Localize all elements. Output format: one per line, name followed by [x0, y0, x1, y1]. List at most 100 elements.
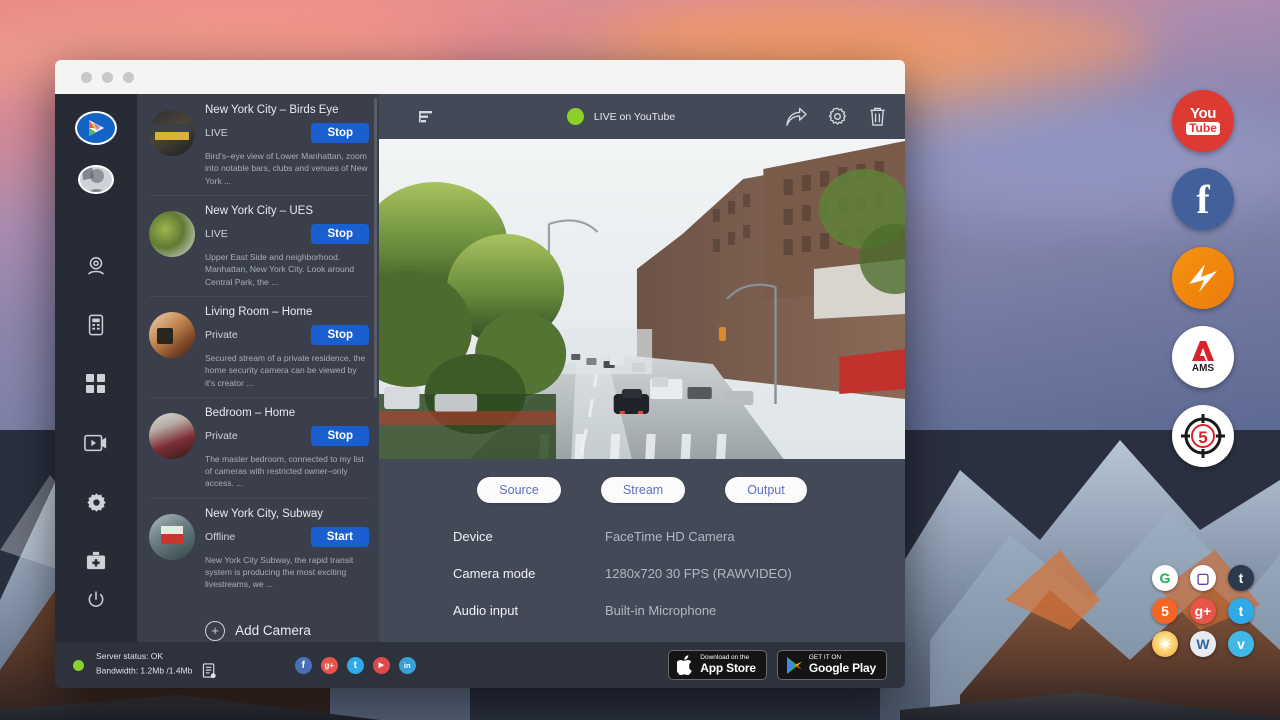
- tab-source[interactable]: Source: [477, 477, 561, 503]
- share-arrow-icon[interactable]: [785, 107, 807, 127]
- mini-label-wordpress: W: [1196, 636, 1209, 652]
- avatar-icon: [80, 165, 112, 194]
- desktop-shortcut-target-five[interactable]: 5: [1172, 405, 1234, 467]
- sidebar-rail: [55, 94, 137, 642]
- mini-icon-five[interactable]: 5: [1152, 598, 1178, 624]
- stream-action-button[interactable]: Start: [311, 527, 369, 547]
- stream-list-item[interactable]: Bedroom – Home Private Stop The master b…: [137, 397, 379, 498]
- sidebar-item-settings[interactable]: [71, 483, 121, 522]
- stream-list-panel: New York City – Birds Eye LIVE Stop Bird…: [137, 94, 379, 642]
- detail-value: 1280x720 30 FPS (RAWVIDEO): [605, 566, 792, 581]
- sidebar-item-cameras[interactable]: [71, 246, 121, 285]
- stream-list-item[interactable]: New York City – UES LIVE Stop Upper East…: [137, 195, 379, 296]
- sidebar-item-user-avatar[interactable]: [78, 165, 114, 194]
- facebook-glyph: f: [1196, 176, 1209, 223]
- stream-action-button[interactable]: Stop: [311, 426, 369, 446]
- stream-list-item[interactable]: New York City, Subway Offline Start New …: [137, 498, 379, 599]
- stream-status: Offline: [205, 531, 235, 543]
- desktop-mini-icon-grid: G ▢ t 5 g+ t ☀ W v: [1152, 565, 1256, 657]
- app-store-badge[interactable]: Download on the App Store: [668, 650, 767, 680]
- sort-filter-icon[interactable]: [419, 109, 435, 125]
- stream-thumbnail: [149, 312, 195, 358]
- add-camera-button[interactable]: + Add Camera: [137, 599, 379, 641]
- window-maximize-button[interactable]: [123, 72, 134, 83]
- sidebar-item-player[interactable]: [71, 423, 121, 462]
- desktop-shortcut-facebook[interactable]: f: [1172, 168, 1234, 230]
- server-status-text: Server status: OK Bandwidth: 1.2Mb /1.4M…: [96, 651, 217, 678]
- mini-icon-googleplus[interactable]: g+: [1190, 598, 1216, 624]
- mini-icon-twitter[interactable]: t: [1228, 598, 1254, 624]
- source-details-table: Device FaceTime HD Camera Camera mode 12…: [379, 509, 905, 640]
- stream-description: The master bedroom, connected to my list…: [205, 453, 369, 490]
- mini-icon-vimeo[interactable]: v: [1228, 631, 1254, 657]
- stream-status: LIVE: [205, 127, 228, 139]
- tab-output[interactable]: Output: [725, 477, 807, 503]
- log-glyph: [202, 663, 217, 679]
- stream-list-item[interactable]: Living Room – Home Private Stop Secured …: [137, 296, 379, 397]
- mini-icon-wordpress[interactable]: W: [1190, 631, 1216, 657]
- social-facebook-icon[interactable]: f: [295, 657, 312, 674]
- stream-list-item[interactable]: New York City – Birds Eye LIVE Stop Bird…: [137, 94, 379, 195]
- detail-value: FaceTime HD Camera: [605, 529, 735, 544]
- adobe-ams-label: AMS: [1192, 363, 1214, 374]
- stream-status-row: LIVE Stop: [205, 123, 369, 143]
- webcam-icon: [85, 255, 107, 277]
- window-minimize-button[interactable]: [102, 72, 113, 83]
- target-crosshair-icon: 5: [1177, 410, 1229, 462]
- sidebar-item-help[interactable]: [71, 542, 121, 581]
- sidebar-item-mobile[interactable]: [71, 305, 121, 344]
- stream-description: Upper East Side and neighborhood. Manhat…: [205, 251, 369, 288]
- sidebar-item-power[interactable]: [71, 581, 121, 620]
- stream-status-row: Private Stop: [205, 325, 369, 345]
- stream-action-button[interactable]: Stop: [311, 123, 369, 143]
- desktop-shortcut-youtube[interactable]: You Tube: [1172, 90, 1234, 152]
- video-preview[interactable]: [379, 139, 905, 459]
- desktop-shortcut-wowza[interactable]: [1172, 247, 1234, 309]
- share-glyph: [785, 107, 807, 127]
- status-social-links: f g+ t ▶ in: [295, 657, 416, 674]
- social-googleplus-glyph: g+: [324, 661, 334, 670]
- desktop-shortcut-adobe-ams[interactable]: AMS: [1172, 326, 1234, 388]
- server-status-line: Server status: OK: [96, 651, 217, 662]
- detail-row-device: Device FaceTime HD Camera: [453, 529, 905, 544]
- store-badges: Download on the App Store GET IT ON Goog…: [668, 650, 887, 680]
- mini-icon-grammarly[interactable]: G: [1152, 565, 1178, 591]
- live-status-indicator: LIVE on YouTube: [467, 108, 775, 125]
- stream-thumbnail: [149, 413, 195, 459]
- app-store-big-label: App Store: [700, 662, 756, 675]
- google-play-badge[interactable]: GET IT ON Google Play: [777, 650, 887, 680]
- mini-icon-twitch[interactable]: ▢: [1190, 565, 1216, 591]
- mini-icon-tumblr[interactable]: t: [1228, 565, 1254, 591]
- apple-icon: [677, 655, 694, 675]
- stream-status: Private: [205, 430, 238, 442]
- mini-label-five: 5: [1161, 603, 1169, 619]
- sidebar-item-app-logo[interactable]: [75, 111, 117, 145]
- tab-stream[interactable]: Stream: [601, 477, 685, 503]
- social-twitter-icon[interactable]: t: [347, 657, 364, 674]
- video-player-icon: [84, 433, 108, 453]
- bandwidth-value: Bandwidth: 1.2Mb /1.4Mb: [96, 665, 192, 675]
- stream-action-button[interactable]: Stop: [311, 325, 369, 345]
- svg-text:5: 5: [1198, 428, 1207, 447]
- detail-row-audio-input: Audio input Built-in Microphone: [453, 603, 905, 618]
- stream-status-row: Private Stop: [205, 426, 369, 446]
- social-linkedin-icon[interactable]: in: [399, 657, 416, 674]
- stream-action-button[interactable]: Stop: [311, 224, 369, 244]
- stream-status: LIVE: [205, 228, 228, 240]
- status-bar: Server status: OK Bandwidth: 1.2Mb /1.4M…: [55, 642, 905, 688]
- mini-icon-sun[interactable]: ☀: [1152, 631, 1178, 657]
- window-close-button[interactable]: [81, 72, 92, 83]
- sort-filter-glyph: [419, 109, 435, 125]
- trash-icon[interactable]: [868, 106, 887, 127]
- social-googleplus-icon[interactable]: g+: [321, 657, 338, 674]
- first-aid-kit-icon: [85, 551, 107, 571]
- log-document-icon[interactable]: [202, 663, 217, 679]
- stream-list-scrollbar[interactable]: [374, 98, 377, 398]
- stream-list-scroll[interactable]: New York City – Birds Eye LIVE Stop Bird…: [137, 94, 379, 642]
- toolbar-gear-icon[interactable]: [827, 106, 848, 127]
- mini-label-twitter: t: [1239, 603, 1244, 619]
- social-youtube-icon[interactable]: ▶: [373, 657, 390, 674]
- grid-apps-icon: [86, 374, 106, 394]
- window-titlebar: [55, 60, 905, 94]
- sidebar-item-apps[interactable]: [71, 364, 121, 403]
